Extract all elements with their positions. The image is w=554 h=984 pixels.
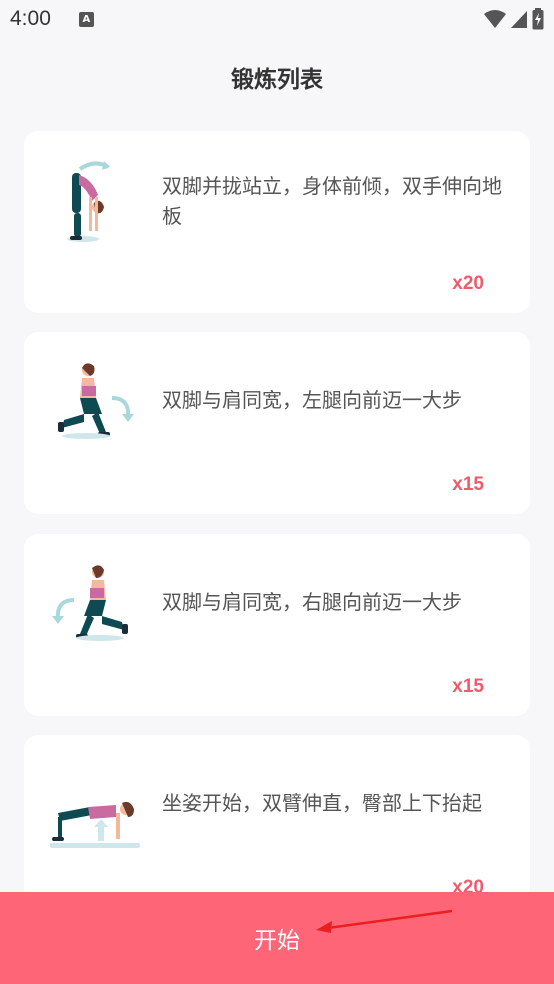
notification-icon: A	[78, 11, 94, 27]
start-button-label: 开始	[254, 928, 300, 954]
exercise-card[interactable]: 坐姿开始，双臂伸直，臀部上下抬起 x20	[24, 735, 530, 917]
page-title: 锻炼列表	[231, 67, 323, 93]
battery-icon	[532, 8, 544, 30]
hip-lift-icon	[50, 761, 150, 861]
exercise-description: 坐姿开始，双臂伸直，臀部上下抬起	[162, 791, 482, 815]
exercise-description: 双脚与肩同宽，左腿向前迈一大步	[162, 388, 462, 412]
right-lunge-icon	[50, 560, 150, 660]
exercise-description: 双脚与肩同宽，右腿向前迈一大步	[162, 590, 462, 614]
annotation-arrow-icon	[316, 909, 453, 933]
status-icons	[484, 8, 544, 30]
exercise-card[interactable]: 双脚与肩同宽，右腿向前迈一大步 x15	[24, 534, 530, 716]
exercise-count: x15	[452, 474, 484, 495]
exercise-count: x20	[452, 273, 484, 294]
status-bar: 4:00 A	[0, 0, 554, 38]
status-time: 4:00	[10, 7, 51, 30]
wifi-icon	[484, 10, 506, 28]
start-button[interactable]: 开始	[0, 892, 554, 984]
signal-icon	[511, 11, 527, 28]
exercise-description: 双脚并拢站立，身体前倾，双手伸向地板	[162, 174, 502, 228]
exercise-card[interactable]: 双脚与肩同宽，左腿向前迈一大步 x15	[24, 332, 530, 514]
forward-bend-icon	[50, 157, 150, 257]
exercise-card[interactable]: 双脚并拢站立，身体前倾，双手伸向地板 x20	[24, 131, 530, 313]
exercise-count: x15	[452, 676, 484, 697]
left-lunge-icon	[50, 358, 150, 458]
